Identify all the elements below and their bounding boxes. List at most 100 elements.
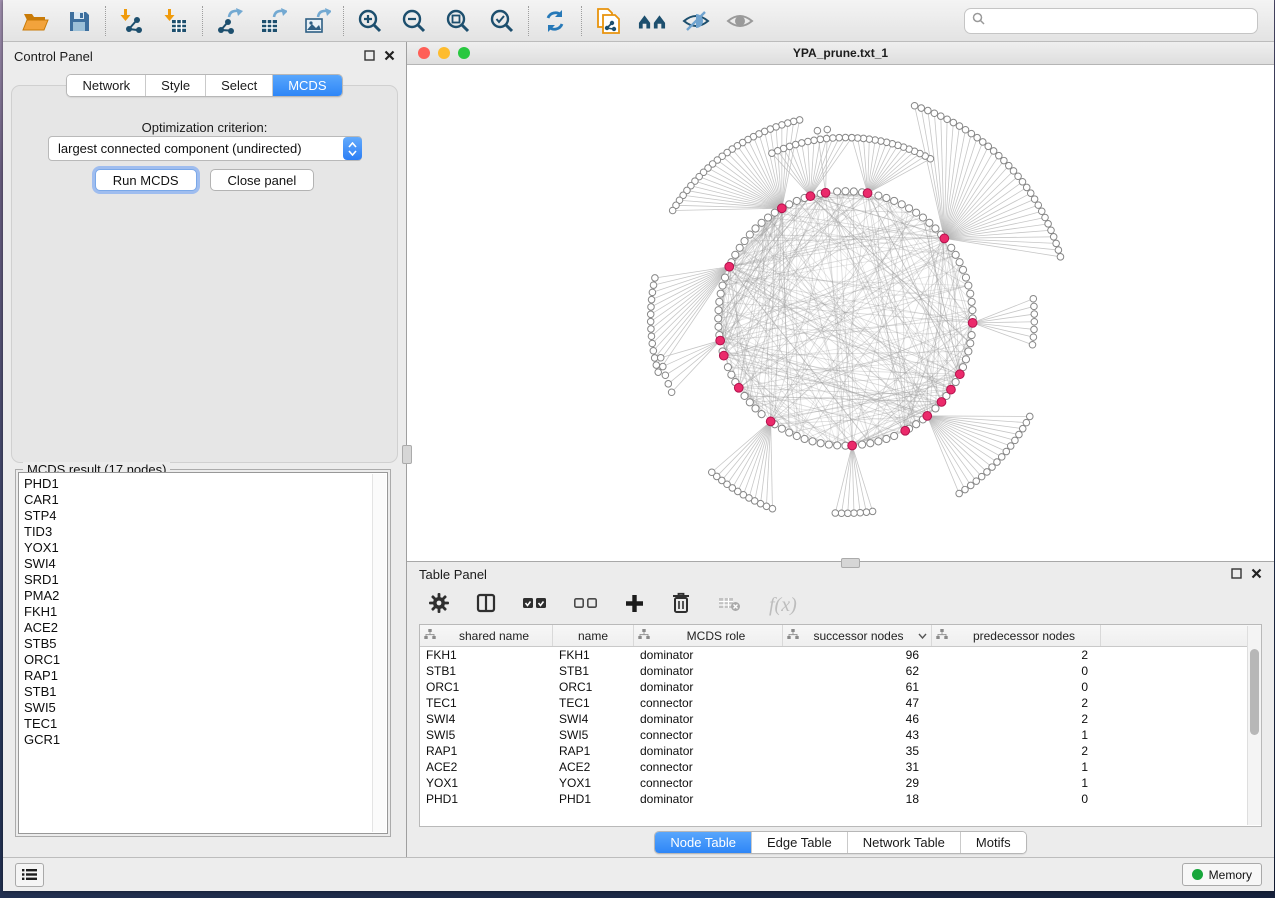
cell-successor-nodes[interactable]: 31 (783, 760, 932, 774)
import-network-icon[interactable] (118, 7, 146, 35)
refresh-layout-icon[interactable] (541, 7, 569, 35)
table-row[interactable]: ACE2ACE2connector311 (420, 759, 1261, 775)
mcds-result-item[interactable]: SWI5 (24, 700, 387, 716)
mcds-network-node[interactable] (947, 385, 956, 394)
mcds-network-node[interactable] (955, 370, 964, 379)
cell-shared-name[interactable]: RAP1 (420, 744, 553, 758)
table-row[interactable]: RAP1RAP1dominator352 (420, 743, 1261, 759)
cell-name[interactable]: FKH1 (553, 648, 634, 662)
cell-predecessor-nodes[interactable]: 0 (932, 680, 1101, 694)
table-scrollbar[interactable] (1247, 626, 1261, 825)
table-row[interactable]: ORC1ORC1dominator610 (420, 679, 1261, 695)
mcds-network-node[interactable] (937, 398, 946, 407)
memory-button[interactable]: Memory (1182, 863, 1262, 886)
cell-shared-name[interactable]: SWI4 (420, 712, 553, 726)
cell-mcds-role[interactable]: connector (634, 760, 783, 774)
tab-node-table[interactable]: Node Table (655, 832, 752, 853)
add-column-icon[interactable] (625, 594, 644, 618)
cell-successor-nodes[interactable]: 43 (783, 728, 932, 742)
window-minimize-button[interactable] (438, 47, 450, 59)
column-header-successor-nodes[interactable]: successor nodes (783, 625, 932, 646)
tab-network-table[interactable]: Network Table (848, 832, 961, 853)
column-layout-icon[interactable] (476, 593, 496, 618)
tab-network[interactable]: Network (67, 75, 146, 96)
hide-selected-icon[interactable] (682, 7, 710, 35)
cell-name[interactable]: ACE2 (553, 760, 634, 774)
mcds-network-node[interactable] (863, 189, 872, 198)
mcds-network-node[interactable] (777, 204, 786, 213)
cell-successor-nodes[interactable]: 29 (783, 776, 932, 790)
mcds-result-item[interactable]: PMA2 (24, 588, 387, 604)
table-row[interactable]: FKH1FKH1dominator962 (420, 647, 1261, 663)
mcds-result-item[interactable]: ACE2 (24, 620, 387, 636)
cell-predecessor-nodes[interactable]: 2 (932, 648, 1101, 662)
cell-successor-nodes[interactable]: 61 (783, 680, 932, 694)
cell-predecessor-nodes[interactable]: 2 (932, 696, 1101, 710)
splitter-handle-horizontal[interactable] (841, 558, 860, 568)
mcds-network-node[interactable] (734, 383, 743, 392)
mcds-result-list[interactable]: PHD1CAR1STP4TID3YOX1SWI4SRD1PMA2FKH1ACE2… (18, 472, 388, 834)
column-header-shared-name[interactable]: shared name (420, 625, 553, 646)
export-table-icon[interactable] (259, 7, 287, 35)
cell-name[interactable]: TEC1 (553, 696, 634, 710)
column-header-MCDS-role[interactable]: MCDS role (634, 625, 783, 646)
mcds-network-node[interactable] (901, 426, 910, 435)
zoom-out-icon[interactable] (400, 7, 428, 35)
cell-predecessor-nodes[interactable]: 0 (932, 792, 1101, 806)
cell-mcds-role[interactable]: dominator (634, 680, 783, 694)
cell-name[interactable]: YOX1 (553, 776, 634, 790)
cell-mcds-role[interactable]: dominator (634, 712, 783, 726)
table-row[interactable]: SWI4SWI4dominator462 (420, 711, 1261, 727)
cell-mcds-role[interactable]: dominator (634, 664, 783, 678)
mcds-result-item[interactable]: GCR1 (24, 732, 387, 748)
cell-name[interactable]: SWI5 (553, 728, 634, 742)
mcds-network-node[interactable] (940, 234, 949, 243)
mcds-result-item[interactable]: SRD1 (24, 572, 387, 588)
cell-mcds-role[interactable]: connector (634, 728, 783, 742)
cell-mcds-role[interactable]: dominator (634, 792, 783, 806)
export-network-icon[interactable] (215, 7, 243, 35)
cell-shared-name[interactable]: PHD1 (420, 792, 553, 806)
mcds-network-node[interactable] (923, 412, 932, 421)
select-all-checkboxes-icon[interactable] (523, 596, 547, 615)
mcds-network-node[interactable] (821, 188, 830, 197)
clear-checkboxes-icon[interactable] (574, 596, 598, 615)
mcds-result-item[interactable]: TID3 (24, 524, 387, 540)
network-canvas[interactable] (407, 65, 1274, 561)
tab-motifs[interactable]: Motifs (961, 832, 1026, 853)
column-header-predecessor-nodes[interactable]: predecessor nodes (932, 625, 1101, 646)
mcds-result-item[interactable]: FKH1 (24, 604, 387, 620)
table-row[interactable]: YOX1YOX1connector291 (420, 775, 1261, 791)
open-session-icon[interactable] (21, 7, 49, 35)
close-panel-button[interactable]: Close panel (210, 169, 315, 191)
table-row[interactable]: SWI5SWI5connector431 (420, 727, 1261, 743)
mcds-network-node[interactable] (725, 262, 734, 271)
mcds-result-item[interactable]: SWI4 (24, 556, 387, 572)
cell-successor-nodes[interactable]: 35 (783, 744, 932, 758)
tab-select[interactable]: Select (206, 75, 273, 96)
new-network-from-selection-icon[interactable] (594, 7, 622, 35)
zoom-selected-icon[interactable] (488, 7, 516, 35)
cell-name[interactable]: STB1 (553, 664, 634, 678)
mcds-result-item[interactable]: CAR1 (24, 492, 387, 508)
mcds-result-item[interactable]: ORC1 (24, 652, 387, 668)
float-panel-icon[interactable] (364, 49, 375, 64)
mcds-network-node[interactable] (806, 192, 815, 201)
cell-successor-nodes[interactable]: 46 (783, 712, 932, 726)
cell-mcds-role[interactable]: dominator (634, 648, 783, 662)
cell-predecessor-nodes[interactable]: 1 (932, 728, 1101, 742)
cell-predecessor-nodes[interactable]: 2 (932, 744, 1101, 758)
cell-shared-name[interactable]: ACE2 (420, 760, 553, 774)
mcds-result-item[interactable]: STP4 (24, 508, 387, 524)
cell-shared-name[interactable]: SWI5 (420, 728, 553, 742)
mcds-network-node[interactable] (716, 336, 725, 345)
mcds-list-scrollbar[interactable] (372, 474, 386, 832)
task-history-button[interactable] (15, 863, 44, 887)
window-maximize-button[interactable] (458, 47, 470, 59)
float-table-panel-icon[interactable] (1231, 567, 1242, 582)
tab-mcds[interactable]: MCDS (273, 75, 341, 96)
mcds-result-item[interactable]: TEC1 (24, 716, 387, 732)
cell-predecessor-nodes[interactable]: 1 (932, 776, 1101, 790)
cell-successor-nodes[interactable]: 62 (783, 664, 932, 678)
tab-style[interactable]: Style (146, 75, 206, 96)
